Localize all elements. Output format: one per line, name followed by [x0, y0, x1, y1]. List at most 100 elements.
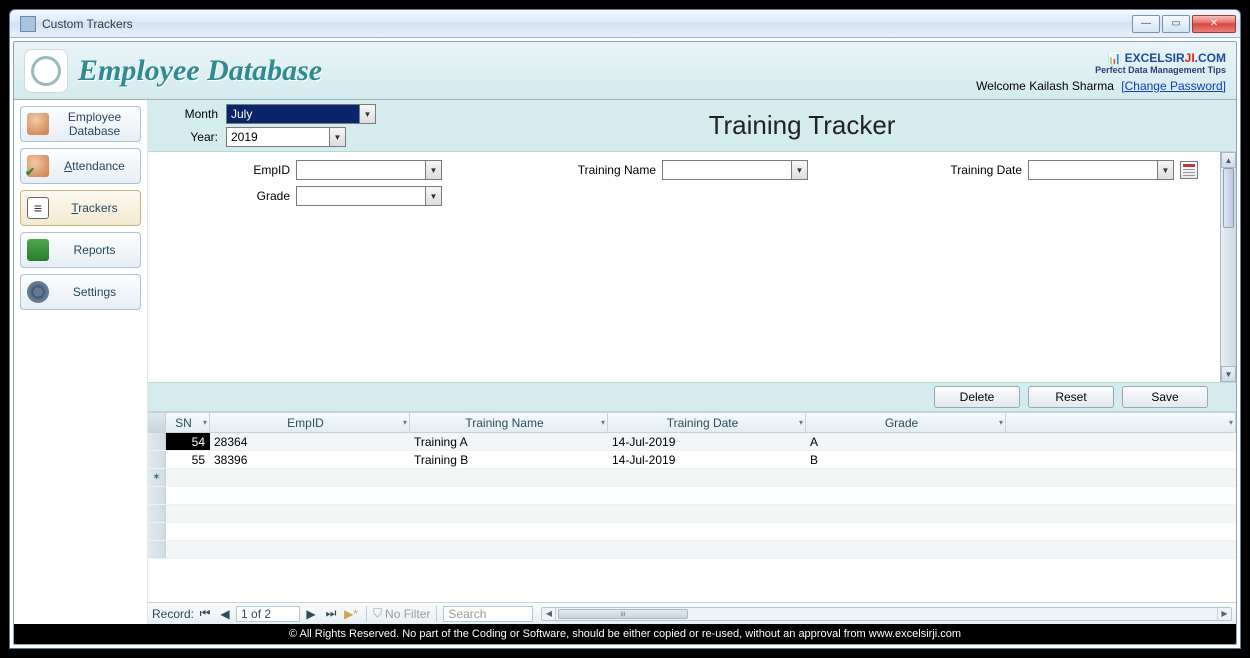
col-sn[interactable]: SN▾ — [166, 413, 210, 432]
welcome-text: Welcome Kailash Sharma [Change Password] — [976, 79, 1226, 93]
cell-extra[interactable] — [1006, 451, 1236, 468]
sidebar-item-employee-database[interactable]: Employee Database — [20, 106, 141, 142]
maximize-button[interactable]: ▭ — [1162, 15, 1190, 33]
col-trainingdate[interactable]: Training Date▾ — [608, 413, 806, 432]
grade-label: Grade — [240, 189, 290, 203]
scroll-up-icon[interactable]: ▲ — [1221, 152, 1236, 168]
scroll-down-icon[interactable]: ▼ — [1221, 366, 1236, 382]
sidebar-item-attendance[interactable]: Attendance — [20, 148, 141, 184]
trainingdate-label: Training Date — [926, 163, 1022, 177]
sidebar: Employee Database Attendance Trackers Re… — [14, 100, 148, 624]
sidebar-item-settings[interactable]: Settings — [20, 274, 141, 310]
new-row-icon[interactable] — [148, 469, 166, 486]
row-selector[interactable] — [148, 451, 166, 468]
action-bar: Delete Reset Save — [148, 382, 1236, 412]
cell-extra[interactable] — [1006, 433, 1236, 450]
cell-trainingdate[interactable]: 14-Jul-2019 — [608, 433, 806, 450]
chevron-down-icon: ▼ — [329, 128, 345, 146]
col-empid[interactable]: EmpID▾ — [210, 413, 410, 432]
chevron-down-icon: ▼ — [791, 161, 807, 179]
close-button[interactable]: ✕ — [1192, 15, 1236, 33]
record-position[interactable]: 1 of 2 — [236, 606, 300, 622]
chevron-down-icon: ▼ — [1157, 161, 1173, 179]
cell-trainingname[interactable]: Training A — [410, 433, 608, 450]
select-all-cell[interactable] — [148, 413, 166, 432]
nav-new-button[interactable]: ▶* — [342, 606, 360, 622]
main-panel: Month July▼ Year: 2019▼ Training T — [148, 100, 1236, 624]
cell-trainingname[interactable]: Training B — [410, 451, 608, 468]
reports-icon — [27, 239, 49, 261]
chevron-down-icon: ▼ — [359, 105, 375, 123]
filter-area: EmpID ▼ Training Name ▼ Training Date ▼ — [148, 152, 1220, 382]
scroll-right-icon[interactable]: ▶ — [1217, 608, 1231, 620]
grid-header: SN▾ EmpID▾ Training Name▾ Training Date▾… — [148, 413, 1236, 433]
minimize-button[interactable]: — — [1132, 15, 1160, 33]
month-label: Month — [156, 107, 218, 121]
app-window: Custom Trackers — ▭ ✕ Employee Database … — [9, 9, 1241, 649]
search-input[interactable]: Search — [443, 606, 533, 622]
empid-label: EmpID — [240, 163, 290, 177]
sidebar-item-reports[interactable]: Reports — [20, 232, 141, 268]
year-combo[interactable]: 2019▼ — [226, 127, 346, 147]
scroll-left-icon[interactable]: ◀ — [542, 608, 556, 620]
app-icon — [20, 16, 36, 32]
attendance-icon — [27, 155, 49, 177]
table-row-new[interactable] — [148, 469, 1236, 487]
nav-prev-button[interactable]: ◀ — [216, 606, 234, 622]
nav-first-button[interactable]: ⏮ — [196, 606, 214, 622]
row-selector[interactable] — [148, 433, 166, 450]
record-label: Record: — [152, 607, 194, 621]
form-header: Month July▼ Year: 2019▼ Training T — [148, 100, 1236, 152]
col-extra[interactable]: ▾ — [1006, 413, 1236, 432]
data-grid: SN▾ EmpID▾ Training Name▾ Training Date▾… — [148, 412, 1236, 624]
col-grade[interactable]: Grade▾ — [806, 413, 1006, 432]
window-title: Custom Trackers — [42, 17, 1132, 31]
trainingname-label: Training Name — [560, 163, 656, 177]
empid-combo[interactable]: ▼ — [296, 160, 442, 180]
titlebar[interactable]: Custom Trackers — ▭ ✕ — [10, 10, 1240, 38]
cell-sn[interactable]: 55 — [166, 451, 210, 468]
cell-sn[interactable]: 54 — [166, 433, 210, 450]
sidebar-item-trackers[interactable]: Trackers — [20, 190, 141, 226]
cell-empid[interactable]: 38396 — [210, 451, 410, 468]
vendor-logo: 📊 EXCELSIRJI.COM — [976, 49, 1226, 65]
table-row[interactable]: 5538396Training B14-Jul-2019B — [148, 451, 1236, 469]
month-combo[interactable]: July▼ — [226, 104, 376, 124]
chevron-down-icon: ▼ — [425, 161, 441, 179]
cell-empid[interactable]: 28364 — [210, 433, 410, 450]
nav-next-button[interactable]: ▶ — [302, 606, 320, 622]
scroll-thumb[interactable] — [1223, 168, 1234, 228]
col-trainingname[interactable]: Training Name▾ — [410, 413, 608, 432]
calendar-icon[interactable] — [1180, 161, 1198, 179]
trackers-icon — [27, 197, 49, 219]
trainingdate-combo[interactable]: ▼ — [1028, 160, 1174, 180]
year-label: Year: — [156, 130, 218, 144]
page-title: Training Tracker — [376, 110, 1228, 141]
grid-body[interactable]: 5428364Training A14-Jul-2019A5538396Trai… — [148, 433, 1236, 602]
filter-icon: ⛉ — [373, 606, 382, 621]
hscroll-thumb[interactable] — [558, 609, 688, 619]
save-button[interactable]: Save — [1122, 386, 1208, 408]
vertical-scrollbar[interactable]: ▲ ▼ — [1220, 152, 1236, 382]
nav-last-button[interactable]: ⏭ — [322, 606, 340, 622]
app-title: Employee Database — [78, 54, 322, 88]
reset-button[interactable]: Reset — [1028, 386, 1114, 408]
vendor-tagline: Perfect Data Management Tips — [976, 65, 1226, 75]
trainingname-combo[interactable]: ▼ — [662, 160, 808, 180]
employee-icon — [27, 113, 49, 135]
record-navigator: Record: ⏮ ◀ 1 of 2 ▶ ⏭ ▶* ⛉No Filter Sea… — [148, 602, 1236, 624]
grade-combo[interactable]: ▼ — [296, 186, 442, 206]
cell-grade[interactable]: A — [806, 433, 1006, 450]
change-password-link[interactable]: [Change Password] — [1121, 79, 1226, 93]
brand-bar: Employee Database 📊 EXCELSIRJI.COM Perfe… — [14, 42, 1236, 100]
app-logo-icon — [24, 49, 68, 93]
footer-text: © All Rights Reserved. No part of the Co… — [14, 624, 1236, 644]
chevron-down-icon: ▼ — [425, 187, 441, 205]
horizontal-scrollbar[interactable]: ◀ ▶ — [541, 607, 1232, 621]
table-row[interactable]: 5428364Training A14-Jul-2019A — [148, 433, 1236, 451]
no-filter-label: ⛉No Filter — [373, 606, 430, 621]
cell-trainingdate[interactable]: 14-Jul-2019 — [608, 451, 806, 468]
cell-grade[interactable]: B — [806, 451, 1006, 468]
delete-button[interactable]: Delete — [934, 386, 1020, 408]
settings-icon — [27, 281, 49, 303]
